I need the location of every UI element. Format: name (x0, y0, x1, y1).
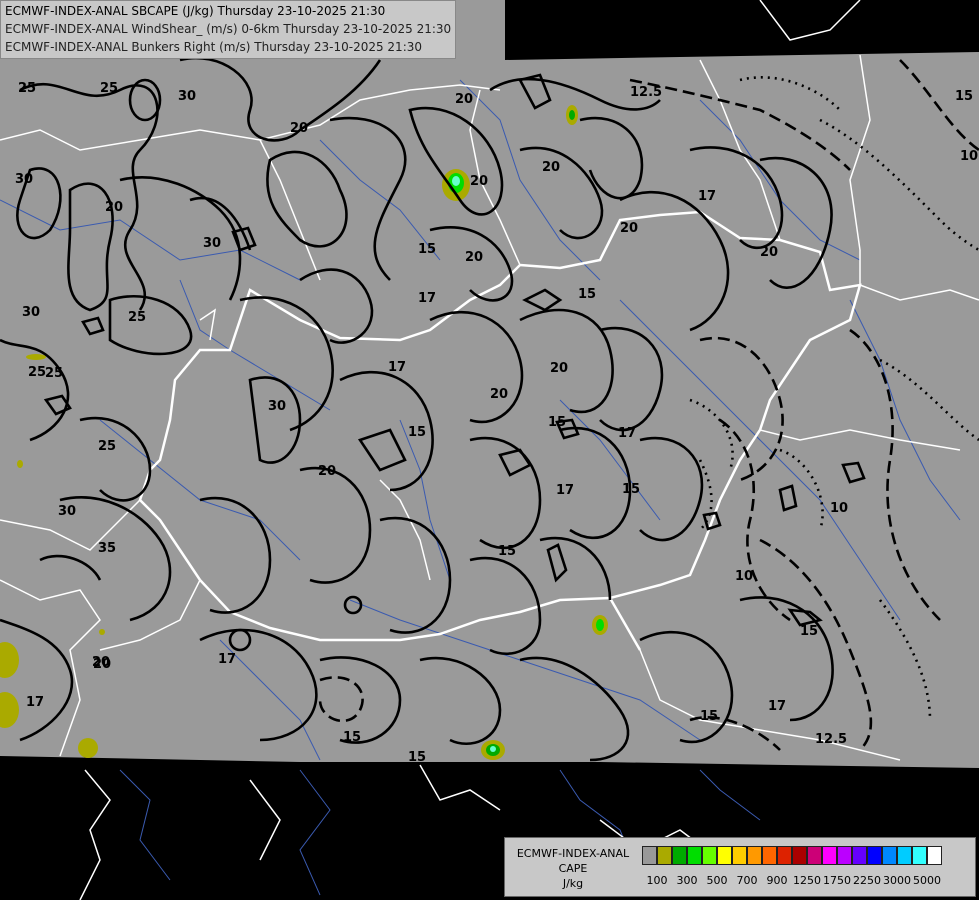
legend-swatch (927, 846, 942, 865)
contour-label: 15 (343, 730, 361, 745)
legend-swatch (792, 846, 807, 865)
contour-label: 20 (542, 160, 560, 175)
legend-swatch (672, 846, 687, 865)
legend-tick-label: 900 (766, 874, 788, 887)
contour-label: 30 (268, 399, 286, 414)
contour-label: 17 (698, 189, 716, 204)
contour-label: 20 (550, 361, 568, 376)
contour-label: 10 (960, 149, 978, 164)
contour-label: 25 (18, 81, 36, 96)
contour-label: 15 (418, 242, 436, 257)
contour-label: 30 (15, 172, 33, 187)
legend-swatch (897, 846, 912, 865)
legend-swatch (882, 846, 897, 865)
contour-label: 35 (98, 541, 116, 556)
legend-tick-label: 3000 (883, 874, 911, 887)
contour-label: 25 (28, 365, 46, 380)
contour-label: 15 (622, 482, 640, 497)
contour-label: 15 (955, 89, 973, 104)
legend-swatch (867, 846, 882, 865)
contour-label: 12.5 (630, 85, 662, 100)
legend-title: ECMWF-INDEX-ANAL CAPE J/kg (509, 846, 637, 891)
legend-tick-label: 2250 (853, 874, 881, 887)
contour-label: 30 (58, 504, 76, 519)
legend-title-model: ECMWF-INDEX-ANAL (516, 847, 630, 860)
contour-label: 20 (620, 221, 638, 236)
contour-label: 17 (618, 426, 636, 441)
contour-label: 17 (388, 360, 406, 375)
legend-swatch (822, 846, 837, 865)
header-line-windshear: ECMWF-INDEX-ANAL WindShear_ (m/s) 0-6km … (5, 22, 452, 36)
legend-swatch (852, 846, 867, 865)
contour-label: 25 (45, 366, 63, 381)
legend-tick-label: 1250 (793, 874, 821, 887)
contour-label: 30 (22, 305, 40, 320)
legend-swatch (687, 846, 702, 865)
contour-label: 20 (290, 121, 308, 136)
contour-label: 30 (203, 236, 221, 251)
gray-domain (0, 0, 979, 768)
header-line-bunkers: ECMWF-INDEX-ANAL Bunkers Right (m/s) Thu… (5, 40, 423, 54)
weather-map: 25 253020202530203025302530253520 17152017… (0, 0, 979, 900)
legend-tick-label: 300 (676, 874, 698, 887)
contour-label: 15 (548, 415, 566, 430)
contour-label: 17 (418, 291, 436, 306)
map-header: ECMWF-INDEX-ANAL SBCAPE (J/kg) Thursday … (0, 0, 457, 59)
contour-label: 20 (490, 387, 508, 402)
contour-label: 15 (800, 624, 818, 639)
contour-label: 17 (26, 695, 44, 710)
contour-label: 20 (318, 464, 336, 479)
contour-label: 10 (735, 569, 753, 584)
contour-label: 17 (768, 699, 786, 714)
contour-label: 20 (470, 174, 488, 189)
legend-swatch (732, 846, 747, 865)
legend-swatch (807, 846, 822, 865)
cape-legend: ECMWF-INDEX-ANAL CAPE J/kg 100 300 500 700 9… (504, 837, 976, 897)
legend-swatch (657, 846, 672, 865)
legend-swatch (642, 846, 657, 865)
legend-swatch (717, 846, 732, 865)
contour-label: 25 (98, 439, 116, 454)
legend-swatch (837, 846, 852, 865)
contour-label: 17 (556, 483, 574, 498)
contour-label: 25 (128, 310, 146, 325)
contour-label: 17 (218, 652, 236, 667)
legend-swatch (912, 846, 927, 865)
contour-label: 20 (93, 657, 111, 672)
contour-label: 10 (830, 501, 848, 516)
contour-label: 20 (455, 92, 473, 107)
contour-label: 30 (178, 89, 196, 104)
legend-swatch (777, 846, 792, 865)
legend-swatch (762, 846, 777, 865)
header-line-sbcape: ECMWF-INDEX-ANAL SBCAPE (J/kg) Thursday … (5, 4, 386, 18)
contour-label: 15 (408, 750, 426, 765)
contour-label: 20 (105, 200, 123, 215)
contour-label: 15 (498, 544, 516, 559)
legend-title-unit: J/kg (562, 877, 584, 890)
contour-label: 12.5 (815, 732, 847, 747)
legend-swatch (702, 846, 717, 865)
contour-label: 15 (700, 709, 718, 724)
legend-swatch (747, 846, 762, 865)
legend-tick-label: 5000 (913, 874, 941, 887)
legend-title-param: CAPE (558, 862, 588, 875)
contour-label: 20 (760, 245, 778, 260)
contour-label: 25 (100, 81, 118, 96)
legend-tick-label: 100 (646, 874, 668, 887)
legend-tick-label: 500 (706, 874, 728, 887)
contour-label: 15 (408, 425, 426, 440)
legend-tick-label: 700 (736, 874, 758, 887)
legend-tick-label: 1750 (823, 874, 851, 887)
contour-label: 15 (578, 287, 596, 302)
contour-label: 20 (465, 250, 483, 265)
